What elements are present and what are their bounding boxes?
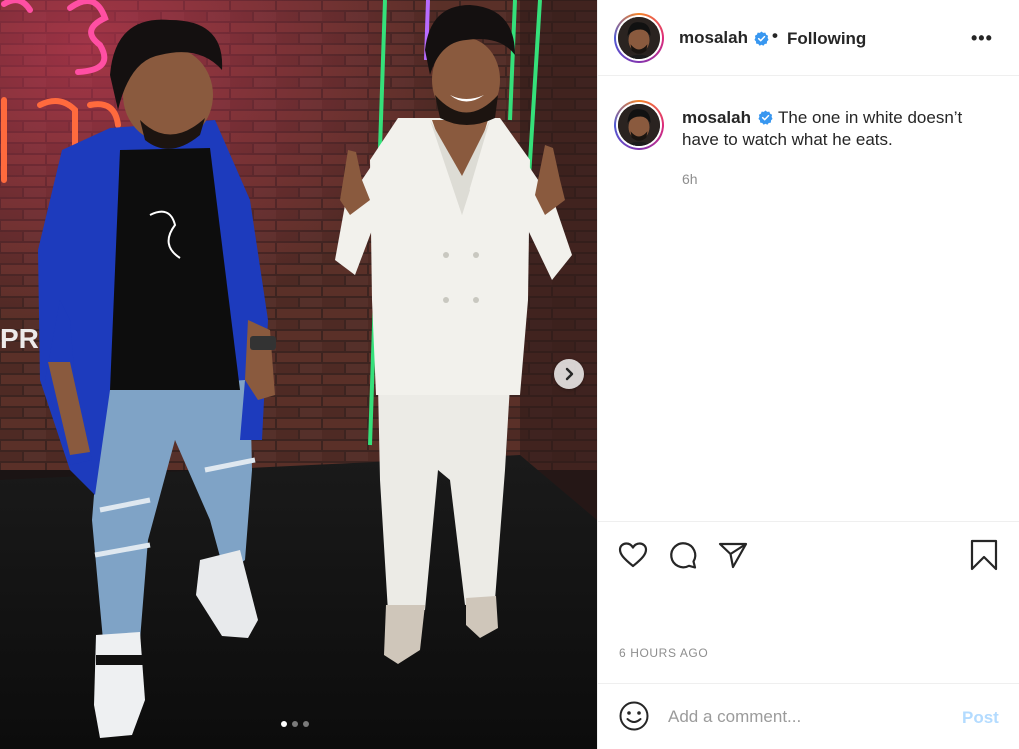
carousel-dot [303, 721, 309, 727]
chevron-right-icon [565, 367, 574, 381]
post-photo: PRE [0, 0, 597, 749]
photo-scene: PRE [0, 0, 597, 749]
header-separator: • [772, 26, 778, 45]
avatar[interactable] [614, 100, 664, 150]
emoji-icon[interactable] [618, 700, 650, 732]
post-comment-button[interactable]: Post [962, 708, 999, 728]
comment-input[interactable] [668, 704, 948, 730]
bookmark-icon[interactable] [968, 539, 1000, 571]
verified-badge-icon [758, 110, 773, 125]
comment-icon[interactable] [667, 539, 699, 571]
avatar[interactable] [614, 13, 664, 63]
next-photo-button[interactable] [554, 359, 584, 389]
caption-time[interactable]: 6h [682, 171, 698, 187]
post-timestamp[interactable]: 6 HOURS AGO [619, 646, 708, 660]
more-options-icon[interactable]: ••• [971, 28, 993, 49]
carousel-dot [281, 721, 287, 727]
profile-photo [618, 17, 660, 59]
profile-photo [618, 104, 660, 146]
comment-form: Post [598, 683, 1019, 749]
caption-text-block: mosalah The one in white doesn’t have to… [682, 107, 982, 151]
caption-username[interactable]: mosalah [682, 108, 751, 127]
carousel-dot [292, 721, 298, 727]
heart-icon[interactable] [617, 539, 649, 571]
post-side-panel: mosalah • Following ••• mosalah The one … [597, 0, 1019, 749]
carousel-indicator [281, 721, 309, 727]
share-icon[interactable] [717, 539, 749, 571]
post-header: mosalah • Following ••• [598, 0, 1019, 76]
post-actions-bar [598, 521, 1019, 591]
verified-badge-icon [754, 31, 769, 46]
following-button[interactable]: Following [787, 29, 866, 49]
post-author-username[interactable]: mosalah [679, 28, 748, 48]
